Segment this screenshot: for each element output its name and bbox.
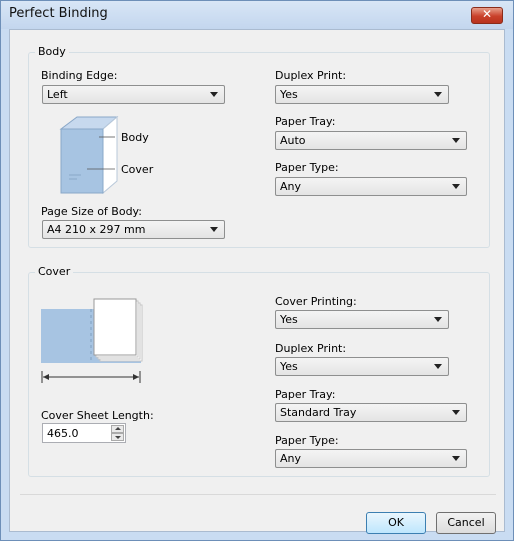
chevron-down-icon — [434, 92, 442, 97]
cancel-button[interactable]: Cancel — [436, 512, 496, 534]
cover-group: Cover Cover Sheet Length: 465.0 Cover Pr… — [28, 265, 490, 477]
cover-group-label: Cover — [35, 265, 74, 278]
cover-paper-tray-select[interactable]: Standard Tray — [275, 403, 467, 422]
binding-edge-select[interactable]: Left — [42, 85, 225, 104]
spin-down-icon[interactable] — [111, 433, 124, 441]
body-group: Body Binding Edge: Left Body Cover Page … — [28, 45, 490, 248]
page-size-label: Page Size of Body: — [41, 205, 142, 218]
page-size-select[interactable]: A4 210 x 297 mm — [42, 220, 225, 239]
spin-up-icon[interactable] — [111, 425, 124, 433]
chevron-down-icon — [452, 410, 460, 415]
cover-sheet-length-label: Cover Sheet Length: — [41, 409, 154, 422]
button-separator — [20, 494, 496, 495]
cover-paper-type-value: Any — [280, 452, 302, 465]
binding-edge-value: Left — [47, 88, 68, 101]
chevron-down-icon — [452, 184, 460, 189]
cover-duplex-print-label: Duplex Print: — [275, 342, 347, 355]
chevron-down-icon — [210, 227, 218, 232]
body-paper-tray-label: Paper Tray: — [275, 115, 336, 128]
chevron-down-icon — [210, 92, 218, 97]
body-paper-type-select[interactable]: Any — [275, 177, 467, 196]
dialog-window: Perfect Binding ✕ Body Binding Edge: Lef… — [0, 0, 514, 541]
title-bar[interactable]: Perfect Binding ✕ — [1, 1, 513, 29]
body-paper-type-value: Any — [280, 180, 302, 193]
cover-printing-value: Yes — [280, 313, 298, 326]
cover-duplex-print-value: Yes — [280, 360, 298, 373]
dialog-client-area: Body Binding Edge: Left Body Cover Page … — [9, 29, 505, 534]
close-button[interactable]: ✕ — [471, 7, 503, 24]
cover-sheet-icon — [41, 298, 143, 383]
cover-printing-select[interactable]: Yes — [275, 310, 449, 329]
chevron-down-icon — [434, 364, 442, 369]
page-size-value: A4 210 x 297 mm — [47, 223, 146, 236]
body-paper-type-label: Paper Type: — [275, 161, 339, 174]
chevron-down-icon — [452, 456, 460, 461]
body-duplex-print-select[interactable]: Yes — [275, 85, 449, 104]
cover-illustration-label: Cover — [121, 163, 154, 176]
body-paper-tray-select[interactable]: Auto — [275, 131, 467, 150]
cover-printing-label: Cover Printing: — [275, 295, 357, 308]
body-illustration-label: Body — [121, 131, 149, 144]
cover-paper-tray-label: Paper Tray: — [275, 388, 336, 401]
binding-edge-label: Binding Edge: — [41, 69, 118, 82]
body-duplex-print-value: Yes — [280, 88, 298, 101]
close-icon: ✕ — [481, 7, 493, 21]
cover-illustration — [41, 297, 165, 383]
window-title: Perfect Binding — [9, 6, 108, 21]
cover-paper-type-select[interactable]: Any — [275, 449, 467, 468]
cover-paper-tray-value: Standard Tray — [280, 406, 357, 419]
chevron-down-icon — [452, 138, 460, 143]
ok-button[interactable]: OK — [366, 512, 426, 534]
chevron-down-icon — [434, 317, 442, 322]
cover-sheet-length-value: 465.0 — [47, 427, 79, 440]
cover-paper-type-label: Paper Type: — [275, 434, 339, 447]
book-illustration: Body Cover — [57, 115, 165, 195]
body-paper-tray-value: Auto — [280, 134, 306, 147]
spinner-buttons — [111, 425, 124, 441]
body-group-label: Body — [35, 45, 69, 58]
book-icon — [59, 115, 119, 195]
body-duplex-print-label: Duplex Print: — [275, 69, 347, 82]
cover-duplex-print-select[interactable]: Yes — [275, 357, 449, 376]
cover-sheet-length-spinner[interactable]: 465.0 — [42, 423, 126, 443]
